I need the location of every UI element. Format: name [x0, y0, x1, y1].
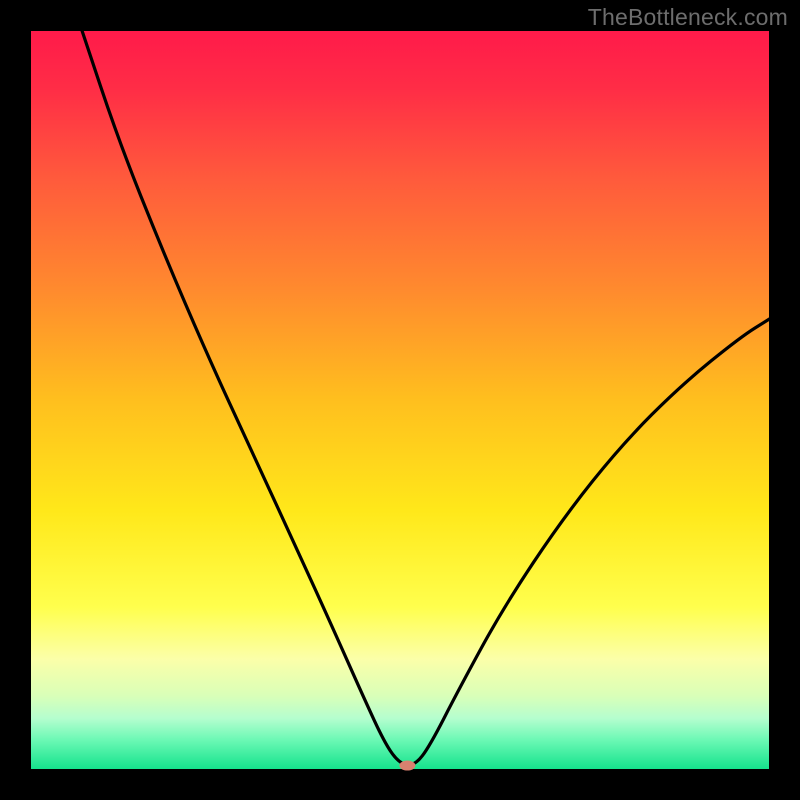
plot-background: [30, 30, 770, 770]
watermark-text: TheBottleneck.com: [588, 4, 788, 31]
chart-canvas: [0, 0, 800, 800]
optimal-marker: [399, 761, 415, 771]
bottleneck-chart: TheBottleneck.com: [0, 0, 800, 800]
